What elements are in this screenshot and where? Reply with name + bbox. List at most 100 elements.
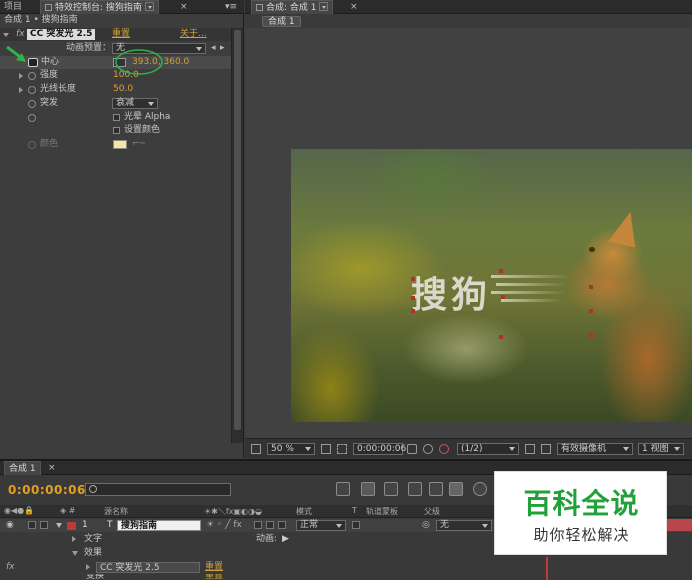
- preserve-transparency-toggle[interactable]: [352, 521, 360, 529]
- tab-effect-controls[interactable]: 特效控制台: 搜狗指南: [40, 0, 159, 14]
- preset-prev-icon[interactable]: ◂: [211, 42, 216, 55]
- expand-triangle-icon[interactable]: [3, 33, 9, 37]
- anchor-point[interactable]: [589, 333, 593, 337]
- col-track-matte[interactable]: 轨道蒙板: [366, 506, 398, 517]
- anchor-point[interactable]: [589, 285, 593, 289]
- stopwatch-icon[interactable]: [28, 114, 36, 122]
- motion-blur-icon[interactable]: [449, 482, 463, 496]
- switch-box[interactable]: [254, 521, 262, 529]
- layer-name[interactable]: 搜狗指南: [117, 520, 201, 531]
- tab-timeline-comp[interactable]: 合成 1: [4, 461, 41, 475]
- col-mode[interactable]: 模式: [296, 506, 312, 517]
- blend-mode-dropdown[interactable]: 正常: [296, 520, 346, 531]
- col-source-name[interactable]: 源名称: [104, 506, 128, 517]
- animate-menu-icon[interactable]: ▶: [282, 533, 289, 546]
- fx-toggle[interactable]: fx: [16, 28, 25, 41]
- anchor-point[interactable]: [411, 309, 415, 313]
- transform-row[interactable]: 变换 重置: [0, 574, 692, 580]
- playhead-line[interactable]: [546, 557, 548, 580]
- composition-frame[interactable]: 搜狗: [291, 149, 692, 422]
- col-parent[interactable]: 父级: [424, 506, 440, 517]
- tab-close-icon[interactable]: ×: [176, 0, 192, 14]
- graph-editor-icon[interactable]: [473, 482, 487, 496]
- subtab-comp[interactable]: 合成 1: [262, 16, 301, 27]
- zoom-dropdown[interactable]: 50 %: [267, 443, 315, 455]
- camera-dropdown[interactable]: 有效摄像机: [557, 443, 633, 455]
- panel-menu-icon[interactable]: ▾≡: [221, 0, 241, 14]
- expand-triangle-icon[interactable]: [72, 536, 76, 542]
- audio-toggle[interactable]: [28, 521, 36, 529]
- timeline-reset-link[interactable]: 重置: [205, 561, 223, 574]
- stopwatch-icon[interactable]: [28, 141, 36, 149]
- tab-dropdown-icon[interactable]: [144, 2, 154, 11]
- anchor-point[interactable]: [411, 296, 415, 300]
- composition-text-layer[interactable]: 搜狗: [411, 266, 491, 318]
- color-channels-icon[interactable]: [439, 444, 449, 454]
- set-color-checkbox[interactable]: [113, 127, 120, 134]
- stopwatch-icon[interactable]: [28, 72, 36, 80]
- effect-row[interactable]: fx CC 突发光 2.5 重置: [0, 561, 692, 574]
- comp-mini-flowchart-icon[interactable]: [336, 482, 350, 496]
- layer-search-input[interactable]: [85, 483, 231, 496]
- property-burst-row[interactable]: 突发 衰减: [0, 97, 231, 110]
- resolution-dropdown[interactable]: (1/2): [457, 443, 519, 455]
- anchor-point[interactable]: [589, 309, 593, 313]
- property-set-color-row[interactable]: 设置颜色: [0, 124, 231, 137]
- expand-triangle-icon[interactable]: [86, 564, 90, 570]
- current-time-display[interactable]: 0:00:00:06: [8, 483, 86, 497]
- anchor-point[interactable]: [411, 277, 415, 281]
- eye-icon[interactable]: ◉: [6, 519, 14, 532]
- tab-close-icon[interactable]: ×: [44, 461, 60, 475]
- snapshot-camera-icon[interactable]: [407, 444, 417, 454]
- about-link[interactable]: 关于...: [180, 28, 207, 41]
- viewer-canvas[interactable]: 搜狗: [245, 28, 692, 438]
- tab-close-icon[interactable]: ×: [346, 0, 362, 14]
- tab-project[interactable]: 项目: [0, 0, 26, 14]
- hide-shy-layers-icon[interactable]: [408, 482, 422, 496]
- left-scrollbar[interactable]: [231, 28, 243, 443]
- layer-switches[interactable]: ☀ ◦ ╱ fx: [206, 519, 242, 532]
- effect-header-row[interactable]: fx CC 突发光 2.5 重置 关于...: [0, 28, 231, 41]
- switch-box[interactable]: [266, 521, 274, 529]
- region-of-interest-icon[interactable]: [337, 444, 347, 454]
- stopwatch-icon[interactable]: [28, 86, 36, 94]
- expand-triangle-icon[interactable]: [19, 73, 23, 79]
- burst-dropdown[interactable]: 衰减: [112, 98, 158, 109]
- viewer-timecode[interactable]: 0:00:00:06: [353, 443, 406, 455]
- reset-link[interactable]: 重置: [112, 28, 130, 41]
- property-color-row[interactable]: 颜色 ⌐─: [0, 138, 231, 151]
- views-dropdown[interactable]: 1 视图: [638, 443, 684, 455]
- eyedropper-icon[interactable]: ⌐─: [132, 138, 145, 151]
- anchor-point[interactable]: [499, 269, 503, 273]
- timeline-effect-name[interactable]: CC 突发光 2.5: [96, 562, 200, 573]
- parent-pickwhip-icon[interactable]: ◎: [422, 519, 430, 532]
- switch-box[interactable]: [278, 521, 286, 529]
- frame-blending-icon[interactable]: [429, 482, 443, 496]
- halo-alpha-checkbox[interactable]: [113, 114, 120, 121]
- parent-dropdown[interactable]: 无: [436, 520, 492, 531]
- transparency-grid-icon[interactable]: [541, 444, 551, 454]
- tab-composition[interactable]: 合成: 合成 1: [251, 0, 334, 14]
- layer-label-color[interactable]: [67, 522, 76, 530]
- solo-toggle[interactable]: [40, 521, 48, 529]
- property-ray-length-row[interactable]: 光线长度 50.0: [0, 83, 231, 96]
- property-ray-length-value[interactable]: 50.0: [113, 83, 133, 96]
- property-halo-alpha-row[interactable]: 光晕 Alpha: [0, 111, 231, 124]
- layer-expand-icon[interactable]: [56, 523, 62, 528]
- draft-3d-icon[interactable]: [384, 482, 398, 496]
- fx-toggle[interactable]: fx: [6, 561, 15, 574]
- grid-icon[interactable]: [321, 444, 331, 454]
- preset-next-icon[interactable]: ▸: [220, 42, 225, 55]
- expand-triangle-icon[interactable]: [19, 87, 23, 93]
- show-snapshot-icon[interactable]: [423, 444, 433, 454]
- always-preview-icon[interactable]: [251, 444, 261, 454]
- anchor-point[interactable]: [501, 295, 505, 299]
- stopwatch-icon[interactable]: [28, 100, 36, 108]
- tab-dropdown-icon[interactable]: [319, 2, 329, 11]
- expand-triangle-icon[interactable]: [72, 551, 78, 556]
- anchor-point[interactable]: [499, 335, 503, 339]
- transform-reset-link[interactable]: 重置: [205, 574, 223, 580]
- layer-duration-bar[interactable]: [667, 519, 692, 531]
- color-swatch[interactable]: [113, 140, 127, 149]
- fast-preview-icon[interactable]: [525, 444, 535, 454]
